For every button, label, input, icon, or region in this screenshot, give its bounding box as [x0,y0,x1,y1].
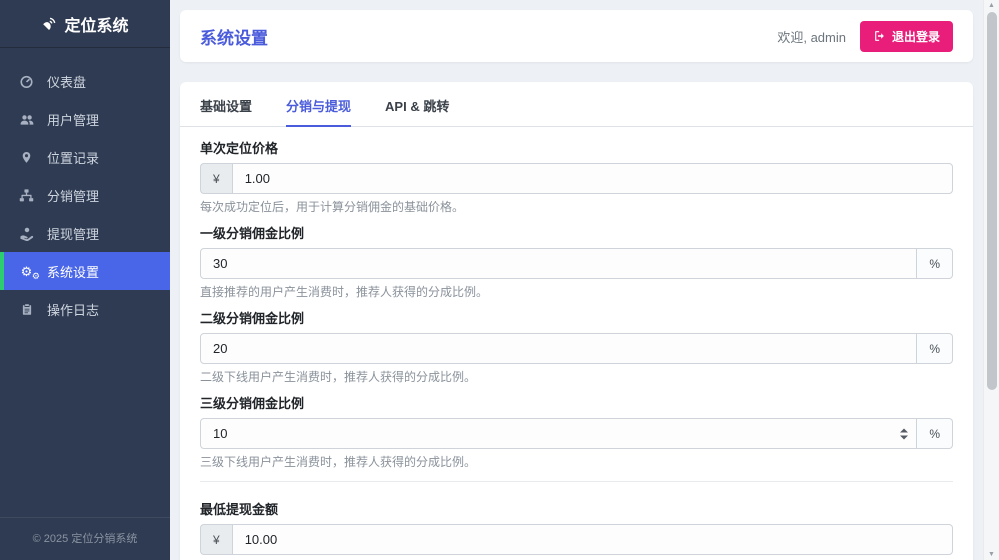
field-help-text: 直接推荐的用户产生消费时，推荐人获得的分成比例。 [200,285,953,299]
sidebar: 定位系统 仪表盘 用户管理 [0,0,170,560]
app-title: 定位系统 [64,12,128,36]
sidebar-item-label: 提现管理 [47,224,99,243]
field-label: 二级分销佣金比例 [200,311,953,326]
sidebar-item-label: 用户管理 [47,110,99,129]
sidebar-footer: © 2025 定位分销系统 [0,517,170,560]
input-group: % [200,248,953,279]
level2-commission-input[interactable] [200,333,917,364]
gauge-icon [18,74,35,89]
min-withdrawal-input[interactable] [232,524,953,555]
currency-prefix: ¥ [200,524,232,555]
field-help-text: 二级下线用户产生消费时，推荐人获得的分成比例。 [200,370,953,384]
sidebar-item-settings[interactable]: ⚙⚙ 系统设置 [0,252,170,290]
field-label: 一级分销佣金比例 [200,226,953,241]
welcome-text: 欢迎, admin [777,27,846,46]
sidebar-item-logs[interactable]: 操作日志 [0,290,170,328]
clipboard-icon [18,302,35,317]
sidebar-nav: 仪表盘 用户管理 位置记录 [0,62,170,517]
field-label: 单次定位价格 [200,141,953,156]
sidebar-item-label: 位置记录 [47,148,99,167]
tab-api-redirect[interactable]: API & 跳转 [385,96,449,126]
field-level3-commission: 三级分销佣金比例 % 三级下线用户产生消费时，推荐人获得的分成比例。 [200,396,953,469]
vertical-scrollbar[interactable]: ▲ ▼ [983,0,999,560]
number-stepper[interactable] [900,428,908,439]
tab-basic-settings[interactable]: 基础设置 [200,96,252,126]
header-right: 欢迎, admin 退出登录 [777,21,953,52]
users-icon [18,112,35,127]
sidebar-item-label: 操作日志 [47,300,99,319]
logout-button-label: 退出登录 [892,28,940,45]
hand-holding-coin-icon [18,226,35,241]
settings-card: 基础设置 分销与提现 API & 跳转 单次定位价格 ¥ 每次成功定位后，用于计… [180,82,973,560]
sidebar-item-label: 仪表盘 [47,72,86,91]
field-single-location-price: 单次定位价格 ¥ 每次成功定位后，用于计算分销佣金的基础价格。 [200,141,953,214]
stepper-up-icon[interactable] [900,428,908,432]
settings-form: 单次定位价格 ¥ 每次成功定位后，用于计算分销佣金的基础价格。 一级分销佣金比例… [180,127,973,560]
input-group: % [200,418,953,449]
scroll-down-icon[interactable]: ▼ [988,551,995,558]
percent-suffix: % [917,418,953,449]
sidebar-item-users[interactable]: 用户管理 [0,100,170,138]
cogs-icon: ⚙⚙ [18,265,35,278]
level3-commission-input[interactable] [200,418,917,449]
sidebar-item-label: 系统设置 [47,262,99,281]
input-group: ¥ [200,163,953,194]
input-group: ¥ [200,524,953,555]
level1-commission-input[interactable] [200,248,917,279]
map-marker-icon [18,150,35,165]
main-content: 系统设置 欢迎, admin 退出登录 基础设置 分销与提现 API & 跳转 [170,0,983,560]
percent-suffix: % [917,248,953,279]
sign-out-icon [873,30,886,42]
page-title: 系统设置 [200,24,268,49]
scrollbar-thumb[interactable] [987,12,997,390]
logout-button[interactable]: 退出登录 [860,21,953,52]
section-divider [200,481,953,482]
input-group: % [200,333,953,364]
satellite-dish-icon [41,16,57,32]
tab-distribution-withdrawal[interactable]: 分销与提现 [286,96,351,126]
settings-tabs: 基础设置 分销与提现 API & 跳转 [180,82,973,127]
single-location-price-input[interactable] [232,163,953,194]
sidebar-item-locations[interactable]: 位置记录 [0,138,170,176]
page-header: 系统设置 欢迎, admin 退出登录 [180,10,973,62]
field-min-withdrawal: 最低提现金额 ¥ 用户申请提现时，允许的最低金额。 [200,502,953,560]
stepper-down-icon[interactable] [900,435,908,439]
sitemap-icon [18,188,35,203]
percent-suffix: % [917,333,953,364]
field-help-text: 每次成功定位后，用于计算分销佣金的基础价格。 [200,200,953,214]
sidebar-item-withdrawals[interactable]: 提现管理 [0,214,170,252]
field-level1-commission: 一级分销佣金比例 % 直接推荐的用户产生消费时，推荐人获得的分成比例。 [200,226,953,299]
field-label: 最低提现金额 [200,502,953,517]
sidebar-item-dashboard[interactable]: 仪表盘 [0,62,170,100]
currency-prefix: ¥ [200,163,232,194]
field-help-text: 三级下线用户产生消费时，推荐人获得的分成比例。 [200,455,953,469]
field-level2-commission: 二级分销佣金比例 % 二级下线用户产生消费时，推荐人获得的分成比例。 [200,311,953,384]
scroll-up-icon[interactable]: ▲ [988,2,995,9]
sidebar-item-label: 分销管理 [47,186,99,205]
field-label: 三级分销佣金比例 [200,396,953,411]
app-logo: 定位系统 [0,0,170,48]
sidebar-item-distribution[interactable]: 分销管理 [0,176,170,214]
